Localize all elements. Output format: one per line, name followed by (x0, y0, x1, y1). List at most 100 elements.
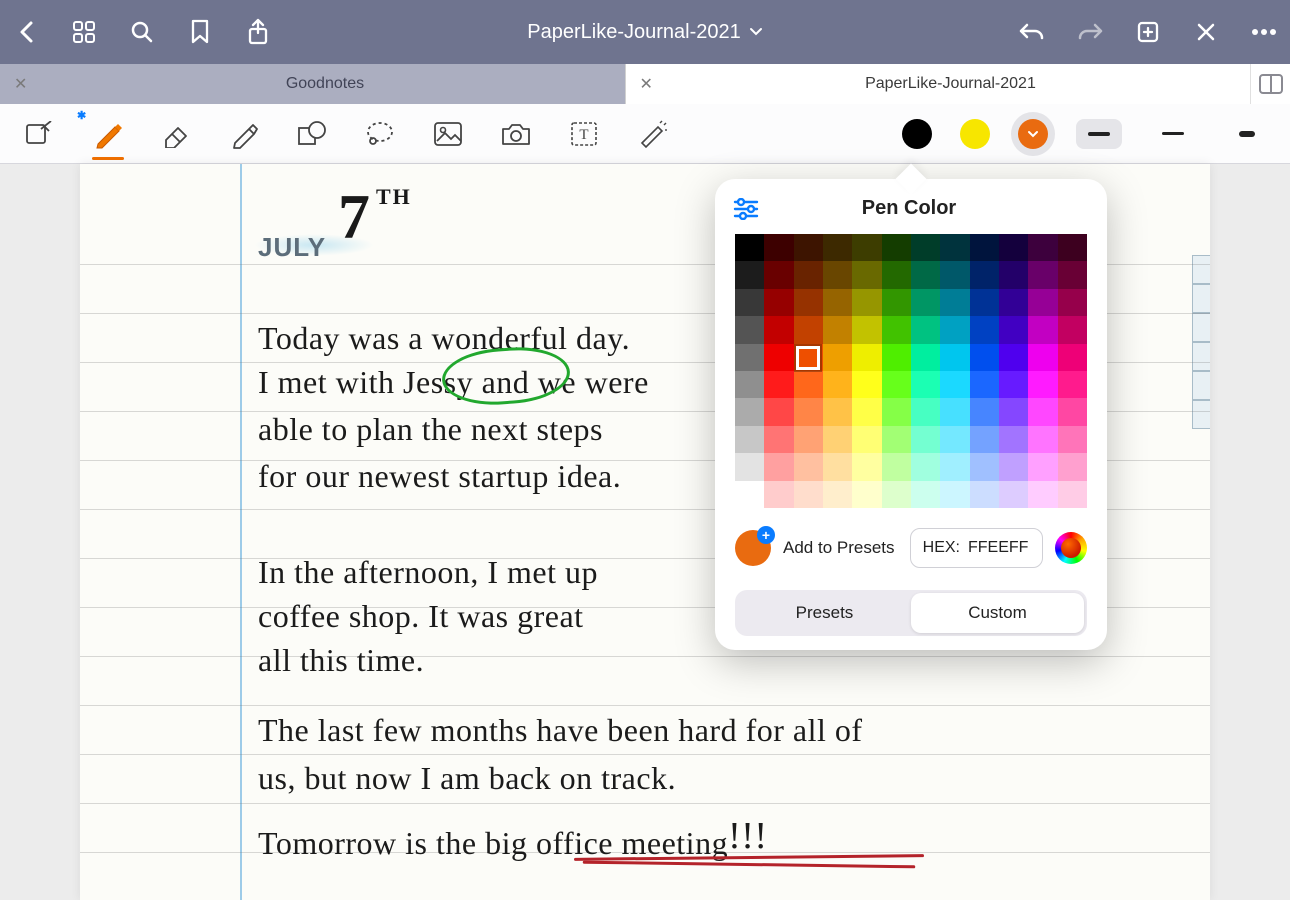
color-cell[interactable] (852, 481, 881, 508)
color-cell[interactable] (852, 453, 881, 480)
color-cell[interactable] (764, 234, 793, 261)
color-grid[interactable] (735, 234, 1087, 508)
color-cell[interactable] (940, 261, 969, 288)
color-cell[interactable] (1058, 316, 1087, 343)
redo-icon[interactable] (1076, 18, 1104, 46)
color-cell[interactable] (911, 344, 940, 371)
close-x-icon[interactable] (1192, 18, 1220, 46)
color-cell[interactable] (735, 234, 764, 261)
eraser-tool-icon[interactable] (156, 114, 196, 154)
color-cell[interactable] (940, 481, 969, 508)
color-cell[interactable] (852, 261, 881, 288)
color-cell[interactable] (940, 371, 969, 398)
color-cell[interactable] (882, 481, 911, 508)
color-cell[interactable] (823, 316, 852, 343)
add-to-presets-swatch[interactable]: + (735, 530, 771, 566)
color-cell[interactable] (764, 344, 793, 371)
color-cell[interactable] (735, 344, 764, 371)
add-page-icon[interactable] (1134, 18, 1162, 46)
color-cell[interactable] (1058, 481, 1087, 508)
share-icon[interactable] (244, 18, 272, 46)
color-cell[interactable] (823, 234, 852, 261)
color-cell[interactable] (823, 481, 852, 508)
pen-tool-icon[interactable]: ✱ (88, 114, 128, 154)
color-cell[interactable] (911, 371, 940, 398)
color-cell[interactable] (852, 316, 881, 343)
color-cell[interactable] (764, 481, 793, 508)
color-cell[interactable] (970, 344, 999, 371)
color-cell[interactable] (735, 316, 764, 343)
color-cell[interactable] (852, 426, 881, 453)
color-cell[interactable] (1058, 426, 1087, 453)
color-cell[interactable] (970, 398, 999, 425)
text-tool-icon[interactable]: T (564, 114, 604, 154)
document-title[interactable]: PaperLike-Journal-2021 (272, 21, 1018, 44)
color-preset-black[interactable] (902, 119, 932, 149)
color-cell[interactable] (882, 371, 911, 398)
color-cell[interactable] (823, 426, 852, 453)
search-icon[interactable] (128, 18, 156, 46)
color-cell[interactable] (823, 261, 852, 288)
color-cell[interactable] (911, 453, 940, 480)
bookmark-icon[interactable] (186, 18, 214, 46)
back-icon[interactable] (12, 18, 40, 46)
color-cell[interactable] (940, 426, 969, 453)
color-cell[interactable] (999, 371, 1028, 398)
color-cell[interactable] (735, 371, 764, 398)
color-cell[interactable] (1028, 481, 1057, 508)
color-cell[interactable] (1028, 316, 1057, 343)
color-cell[interactable] (1028, 289, 1057, 316)
color-cell[interactable] (970, 316, 999, 343)
grid-icon[interactable] (70, 18, 98, 46)
color-cell[interactable] (735, 289, 764, 316)
thickness-thick[interactable] (1224, 119, 1270, 149)
color-cell[interactable] (911, 426, 940, 453)
image-tool-icon[interactable] (428, 114, 468, 154)
color-wheel-icon[interactable] (1055, 532, 1087, 564)
color-cell[interactable] (764, 426, 793, 453)
color-cell[interactable] (911, 261, 940, 288)
color-cell[interactable] (735, 481, 764, 508)
color-cell[interactable] (794, 234, 823, 261)
color-cell[interactable] (764, 453, 793, 480)
color-cell[interactable] (999, 289, 1028, 316)
color-cell[interactable] (1058, 398, 1087, 425)
laser-tool-icon[interactable] (632, 114, 672, 154)
color-cell[interactable] (764, 289, 793, 316)
color-cell[interactable] (1028, 371, 1057, 398)
color-cell[interactable] (794, 426, 823, 453)
color-cell[interactable] (999, 398, 1028, 425)
hex-input[interactable]: HEX: FFEEFF (910, 528, 1043, 568)
color-cell[interactable] (911, 398, 940, 425)
color-cell[interactable] (852, 398, 881, 425)
color-cell[interactable] (764, 371, 793, 398)
color-cell[interactable] (735, 426, 764, 453)
close-icon[interactable]: ✕ (640, 74, 653, 94)
color-cell[interactable] (852, 234, 881, 261)
color-cell[interactable] (911, 234, 940, 261)
color-cell[interactable] (794, 453, 823, 480)
color-preset-orange[interactable] (1018, 119, 1048, 149)
color-cell[interactable] (794, 344, 823, 371)
color-cell[interactable] (794, 371, 823, 398)
highlighter-tool-icon[interactable] (224, 114, 264, 154)
color-cell[interactable] (882, 344, 911, 371)
shape-tool-icon[interactable] (292, 114, 332, 154)
color-cell[interactable] (940, 316, 969, 343)
color-cell[interactable] (794, 398, 823, 425)
tab-goodnotes[interactable]: ✕ Goodnotes (0, 64, 625, 104)
thickness-medium[interactable] (1076, 119, 1122, 149)
camera-tool-icon[interactable] (496, 114, 536, 154)
color-cell[interactable] (1028, 398, 1057, 425)
color-cell[interactable] (764, 398, 793, 425)
color-cell[interactable] (882, 398, 911, 425)
color-cell[interactable] (1058, 371, 1087, 398)
color-cell[interactable] (764, 261, 793, 288)
page-tabs[interactable] (1192, 255, 1210, 429)
color-cell[interactable] (882, 234, 911, 261)
color-cell[interactable] (999, 261, 1028, 288)
color-cell[interactable] (1028, 426, 1057, 453)
color-cell[interactable] (823, 453, 852, 480)
color-cell[interactable] (852, 289, 881, 316)
close-icon[interactable]: ✕ (14, 74, 27, 94)
